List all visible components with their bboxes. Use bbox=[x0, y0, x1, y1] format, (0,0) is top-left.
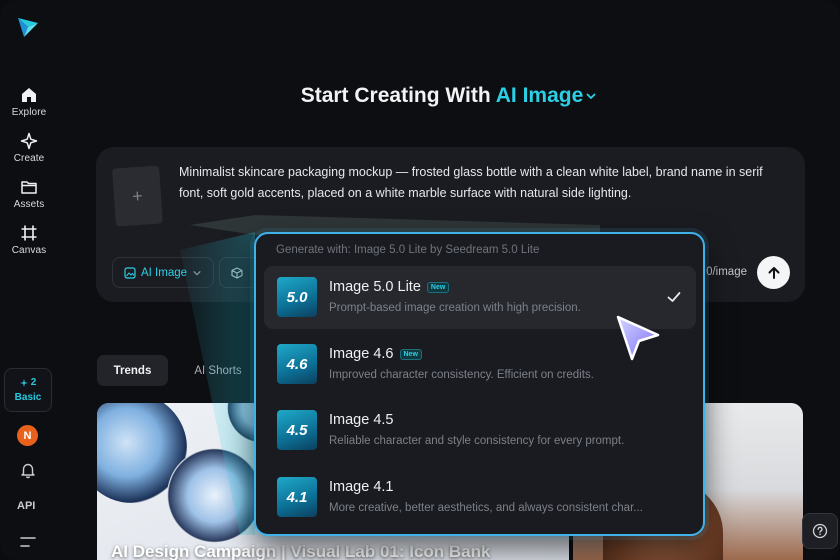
plan-label: Basic bbox=[14, 392, 42, 403]
upload-reference-button[interactable]: + bbox=[112, 165, 163, 227]
new-badge: New bbox=[426, 281, 450, 293]
model-name: Image 4.5 bbox=[329, 412, 394, 428]
model-thumbnail: 4.5 bbox=[277, 410, 317, 450]
checkmark-icon bbox=[667, 292, 681, 302]
chevron-down-icon bbox=[586, 94, 596, 100]
model-description: Reliable character and style consistency… bbox=[329, 435, 625, 447]
model-thumbnail: 4.6 bbox=[277, 344, 317, 384]
folder-icon bbox=[21, 181, 37, 194]
credits-badge[interactable]: 2 Basic bbox=[4, 368, 52, 412]
image-icon bbox=[124, 266, 136, 279]
sparkle-icon bbox=[19, 378, 28, 387]
model-thumbnail: 5.0 bbox=[277, 277, 317, 317]
bell-icon[interactable] bbox=[19, 461, 37, 479]
model-description: More creative, better aesthetics, and al… bbox=[329, 502, 643, 514]
credit-count: 2 bbox=[30, 377, 37, 388]
send-button[interactable] bbox=[757, 256, 790, 289]
sparkle-icon bbox=[20, 132, 38, 150]
generator-type-label: AI Image bbox=[495, 84, 584, 107]
mode-selector[interactable]: AI Image bbox=[112, 257, 214, 288]
model-dropdown: Generate with: Image 5.0 Lite by Seedrea… bbox=[254, 232, 705, 536]
plus-icon: + bbox=[131, 185, 144, 206]
sidebar-item-label: Create bbox=[13, 153, 45, 164]
sidebar-item-canvas[interactable]: Canvas bbox=[0, 224, 58, 256]
sidebar-item-label: Canvas bbox=[11, 245, 47, 256]
model-name: Image 4.1 bbox=[329, 479, 394, 495]
dropdown-header: Generate with: Image 5.0 Lite by Seedrea… bbox=[276, 244, 540, 256]
help-icon bbox=[812, 523, 828, 539]
credit-cost: 0/image bbox=[706, 266, 747, 278]
model-selector[interactable] bbox=[219, 257, 259, 288]
app-window: Explore Create Assets Canvas 2 Basic N A… bbox=[0, 0, 840, 560]
model-name-row: Image 5.0 Lite New bbox=[329, 279, 450, 295]
model-name-row: Image 4.5 bbox=[329, 412, 394, 428]
home-icon bbox=[22, 88, 36, 102]
help-button[interactable] bbox=[802, 513, 838, 549]
page-title: Start Creating With AI Image bbox=[58, 84, 840, 108]
pointer-cursor-icon bbox=[616, 315, 660, 361]
avatar[interactable]: N bbox=[17, 425, 38, 446]
model-description: Improved character consistency. Efficien… bbox=[329, 369, 594, 381]
model-name-row: Image 4.6 New bbox=[329, 346, 422, 362]
tab-trends[interactable]: Trends bbox=[97, 355, 168, 386]
model-option-image-4-5[interactable]: 4.5 Image 4.5 Reliable character and sty… bbox=[264, 399, 696, 462]
tab-ai-shorts[interactable]: AI Shorts bbox=[178, 355, 258, 386]
credit-count-row: 2 bbox=[19, 377, 37, 388]
sidebar-item-label: Explore bbox=[11, 107, 47, 118]
new-badge: New bbox=[399, 348, 422, 360]
sidebar: Explore Create Assets Canvas 2 Basic N A… bbox=[0, 0, 58, 560]
model-name: Image 4.6 bbox=[329, 346, 394, 362]
sidebar-item-create[interactable]: Create bbox=[0, 132, 58, 164]
generator-type-selector[interactable]: AI Image bbox=[496, 84, 598, 107]
mode-label: AI Image bbox=[141, 266, 188, 279]
api-link[interactable]: API bbox=[17, 500, 35, 512]
chevron-down-icon bbox=[193, 270, 201, 276]
model-option-image-4-1[interactable]: 4.1 Image 4.1 More creative, better aest… bbox=[264, 466, 696, 529]
sidebar-item-label: Assets bbox=[13, 199, 45, 210]
cube-icon bbox=[231, 266, 243, 279]
logo-icon[interactable] bbox=[15, 14, 41, 40]
prompt-input[interactable]: Minimalist skincare packaging mockup — f… bbox=[179, 162, 787, 204]
title-prefix: Start Creating With bbox=[300, 84, 491, 107]
gallery-card-title: AI Design Campaign | Visual Lab 01: Icon… bbox=[111, 542, 491, 560]
sidebar-item-explore[interactable]: Explore bbox=[0, 86, 58, 118]
model-thumbnail: 4.1 bbox=[277, 477, 317, 517]
decorative-orb bbox=[167, 448, 262, 543]
sidebar-item-assets[interactable]: Assets bbox=[0, 178, 58, 210]
menu-icon[interactable] bbox=[19, 535, 37, 549]
canvas-icon bbox=[21, 225, 37, 241]
model-name-row: Image 4.1 bbox=[329, 479, 394, 495]
model-name: Image 5.0 Lite bbox=[329, 279, 421, 295]
arrow-up-icon bbox=[768, 266, 779, 279]
